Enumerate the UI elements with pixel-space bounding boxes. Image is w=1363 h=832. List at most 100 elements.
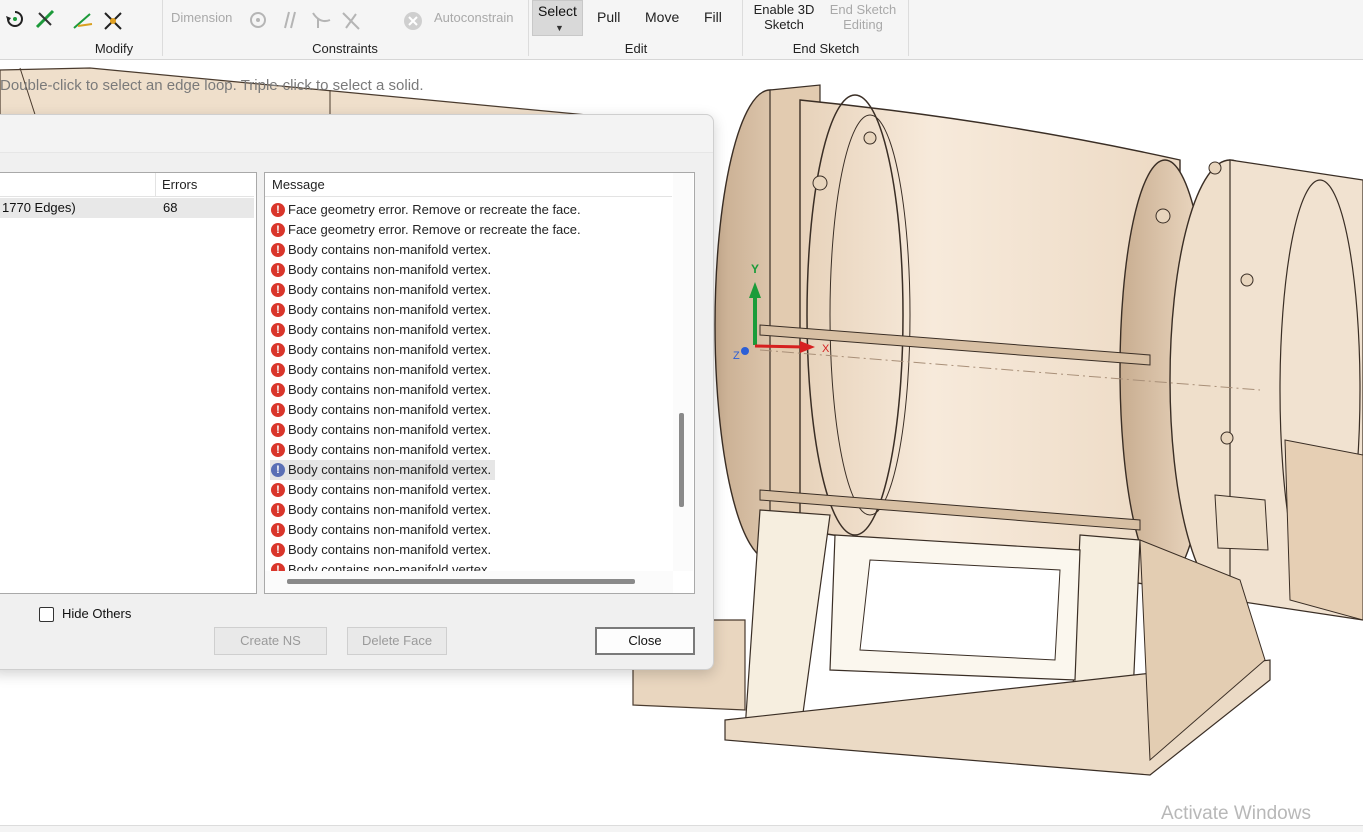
group-label-end-sketch: End Sketch: [792, 41, 860, 56]
message-row[interactable]: ! Body contains non-manifold vertex.: [270, 240, 491, 260]
message-row[interactable]: ! Face geometry error. Remove or recreate…: [270, 200, 581, 220]
pull-button[interactable]: Pull: [597, 10, 620, 25]
selection-hint: Double-click to select an edge loop. Tri…: [0, 77, 424, 94]
check-geometry-dialog: Errors 1770 Edges) 68 Message ! Face geom…: [0, 114, 714, 670]
enable-3d-sketch-button[interactable]: Enable 3D Sketch: [750, 2, 818, 32]
split-line-icon[interactable]: [72, 10, 94, 32]
message-row[interactable]: ! Body contains non-manifold vertex.: [270, 420, 491, 440]
message-text: Body contains non-manifold vertex.: [288, 282, 492, 297]
error-icon: !: [271, 263, 285, 277]
parallel-icon[interactable]: [280, 10, 300, 30]
message-row[interactable]: ! Face geometry error. Remove or recreate…: [270, 220, 581, 240]
end-sketch-editing-line2: Editing: [843, 17, 883, 32]
error-icon: !: [271, 343, 285, 357]
group-label-modify: Modify: [94, 41, 134, 56]
rotate-icon[interactable]: [4, 8, 26, 30]
select-button[interactable]: Select ▼: [532, 0, 583, 36]
error-icon: !: [271, 523, 285, 537]
message-row[interactable]: ! Body contains non-manifold vertex.: [270, 520, 491, 540]
message-text: Body contains non-manifold vertex.: [288, 382, 492, 397]
message-row[interactable]: ! Body contains non-manifold vertex.: [270, 340, 491, 360]
errors-column-header[interactable]: Errors: [156, 173, 254, 197]
message-text: Body contains non-manifold vertex.: [288, 302, 492, 317]
close-button[interactable]: Close: [595, 627, 695, 655]
message-text: Body contains non-manifold vertex.: [288, 462, 492, 477]
triad-z-label: Z: [733, 350, 740, 362]
message-text: Body contains non-manifold vertex.: [288, 502, 492, 517]
error-icon: !: [271, 383, 285, 397]
message-row[interactable]: ! Body contains non-manifold vertex.: [270, 400, 491, 420]
message-row[interactable]: ! Body contains non-manifold vertex.: [270, 440, 491, 460]
enable-3d-sketch-line1: Enable 3D: [753, 2, 815, 17]
error-icon: !: [271, 243, 285, 257]
select-label: Select: [538, 3, 577, 19]
body-list[interactable]: Errors 1770 Edges) 68: [0, 172, 257, 594]
body-name: 1770 Edges): [2, 200, 76, 215]
end-sketch-editing-button[interactable]: End Sketch Editing: [826, 2, 900, 32]
triad-y-label: Y: [751, 262, 760, 276]
error-icon: !: [271, 503, 285, 517]
move-button[interactable]: Move: [645, 10, 679, 25]
body-column-header[interactable]: [0, 173, 156, 197]
autoconstrain-button[interactable]: Autoconstrain: [434, 10, 514, 25]
end-sketch-editing-line1: End Sketch: [829, 2, 897, 17]
hide-others-label: Hide Others: [62, 606, 132, 621]
dimension-button[interactable]: Dimension: [171, 10, 232, 25]
message-text: Body contains non-manifold vertex.: [288, 442, 492, 457]
vertical-scrollbar[interactable]: [673, 173, 693, 571]
fill-button[interactable]: Fill: [704, 10, 722, 25]
error-icon: !: [271, 323, 285, 337]
error-icon: !: [271, 443, 285, 457]
group-label-edit: Edit: [624, 41, 648, 56]
ribbon-separator: [742, 0, 743, 56]
constraint-rotate-icon[interactable]: [248, 10, 268, 30]
message-row[interactable]: ! Body contains non-manifold vertex.: [270, 540, 491, 560]
error-icon: !: [271, 403, 285, 417]
vertical-scroll-thumb[interactable]: [679, 413, 684, 507]
message-text: Body contains non-manifold vertex.: [288, 422, 492, 437]
error-icon: !: [271, 423, 285, 437]
error-icon: !: [271, 203, 285, 217]
delete-face-button[interactable]: Delete Face: [347, 627, 447, 655]
message-row[interactable]: ! Body contains non-manifold vertex.: [270, 360, 491, 380]
error-icon: !: [271, 463, 285, 477]
message-row[interactable]: ! Body contains non-manifold vertex.: [270, 380, 491, 400]
intersect-icon[interactable]: [102, 10, 124, 32]
trim-icon[interactable]: [34, 8, 56, 30]
create-ns-button[interactable]: Create NS: [214, 627, 327, 655]
body-row[interactable]: 1770 Edges) 68: [0, 198, 254, 218]
message-row[interactable]: ! Body contains non-manifold vertex.: [270, 260, 491, 280]
message-text: Body contains non-manifold vertex.: [288, 322, 492, 337]
horizontal-scrollbar[interactable]: [265, 571, 673, 593]
message-list[interactable]: Message ! Face geometry error. Remove or …: [264, 172, 695, 594]
message-row[interactable]: ! Body contains non-manifold vertex.: [270, 300, 491, 320]
error-icon: !: [271, 223, 285, 237]
message-column-header[interactable]: Message: [265, 173, 672, 197]
status-bar: [0, 825, 1363, 832]
message-text: Face geometry error. Remove or recreate …: [288, 202, 581, 217]
tangent-icon[interactable]: [310, 10, 332, 30]
message-row[interactable]: ! Body contains non-manifold vertex.: [270, 480, 491, 500]
message-text: Body contains non-manifold vertex.: [288, 482, 492, 497]
hide-others-checkbox[interactable]: [39, 607, 54, 622]
error-icon: !: [271, 283, 285, 297]
error-icon: !: [271, 483, 285, 497]
message-row[interactable]: ! Body contains non-manifold vertex.: [270, 460, 496, 480]
horizontal-scroll-thumb[interactable]: [287, 579, 635, 584]
message-text: Body contains non-manifold vertex.: [288, 402, 492, 417]
enable-3d-sketch-line2: Sketch: [764, 17, 804, 32]
perpendicular-icon[interactable]: [340, 10, 362, 30]
message-row[interactable]: ! Body contains non-manifold vertex.: [270, 500, 491, 520]
error-icon: !: [271, 303, 285, 317]
chevron-down-icon: ▼: [555, 23, 564, 33]
message-text: Body contains non-manifold vertex.: [288, 242, 492, 257]
message-row[interactable]: ! Body contains non-manifold vertex.: [270, 280, 491, 300]
message-text: Body contains non-manifold vertex.: [288, 342, 492, 357]
remove-constraint-icon[interactable]: [402, 10, 424, 32]
ribbon: Modify Dimension Autoconstrain Constrain…: [0, 0, 1363, 60]
message-row[interactable]: ! Body contains non-manifold vertex.: [270, 320, 491, 340]
activate-windows-watermark: Activate Windows: [1161, 803, 1311, 824]
dialog-title-bar[interactable]: [0, 115, 713, 153]
error-icon: !: [271, 363, 285, 377]
body-error-count: 68: [163, 200, 178, 215]
